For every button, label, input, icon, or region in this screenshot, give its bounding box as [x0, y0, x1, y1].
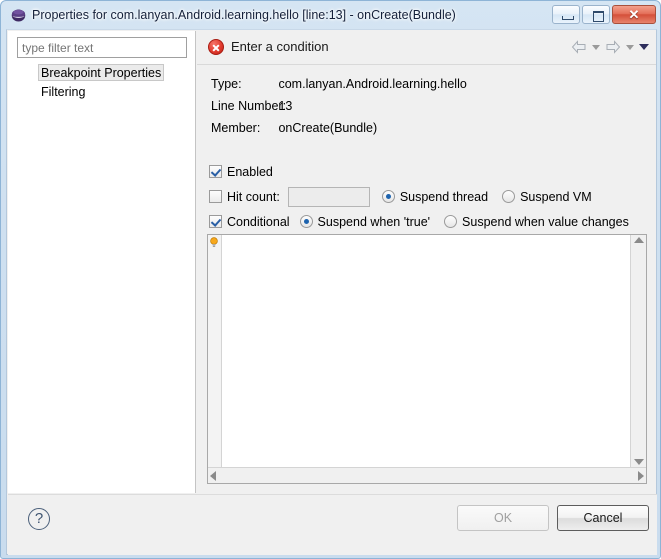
suspend-thread-label: Suspend thread	[399, 189, 489, 204]
editor-horizontal-scrollbar[interactable]	[208, 467, 646, 483]
conditional-label: Conditional	[227, 214, 290, 229]
hit-count-label: Hit count:	[227, 189, 280, 204]
scroll-up-icon[interactable]	[633, 237, 644, 243]
minimize-button[interactable]	[552, 5, 580, 24]
info-value: onCreate(Bundle)	[278, 121, 378, 135]
condition-editor	[207, 234, 647, 484]
info-row-type: Type: com.lanyan.Android.learning.hello	[197, 73, 656, 95]
back-arrow-icon[interactable]	[571, 40, 587, 54]
hit-count-checkbox[interactable]	[209, 190, 222, 203]
enabled-checkbox[interactable]	[209, 165, 222, 178]
forward-dropdown-icon[interactable]	[626, 44, 634, 50]
dialog-window: Properties for com.lanyan.Android.learni…	[0, 0, 661, 559]
enabled-row: Enabled	[197, 159, 656, 184]
settings-tree-panel: Breakpoint Properties Filtering	[8, 31, 196, 493]
dialog-button-bar: ? OK Cancel	[8, 494, 657, 555]
forward-arrow-icon[interactable]	[605, 40, 621, 54]
maximize-button[interactable]	[582, 5, 610, 24]
lightbulb-icon	[210, 237, 218, 247]
info-row-line-number: Line Number: 13	[197, 95, 656, 117]
suspend-vm-label: Suspend VM	[520, 189, 592, 204]
info-label: Line Number:	[211, 99, 287, 113]
scroll-down-icon[interactable]	[633, 459, 644, 465]
breakpoint-info: Type: com.lanyan.Android.learning.hello …	[197, 73, 656, 139]
ok-button[interactable]: OK	[457, 505, 549, 531]
breakpoint-properties-page: Enter a condition Type: com.lanyan.Andro…	[197, 31, 656, 493]
hit-count-row: Hit count: Suspend thread Suspend VM	[197, 184, 656, 209]
info-label: Member:	[211, 121, 261, 135]
conditional-checkbox[interactable]	[209, 215, 222, 228]
hit-count-input[interactable]	[287, 186, 370, 207]
enabled-label: Enabled	[227, 164, 273, 179]
scroll-left-icon[interactable]	[210, 470, 216, 481]
editor-vertical-scrollbar[interactable]	[630, 235, 646, 467]
page-navigation	[571, 40, 649, 54]
tree-item-filtering[interactable]: Filtering	[8, 83, 196, 102]
info-value: 13	[278, 99, 293, 113]
condition-input[interactable]	[222, 235, 630, 467]
dialog-body: Breakpoint Properties Filtering Enter a …	[6, 29, 657, 555]
title-bar[interactable]: Properties for com.lanyan.Android.learni…	[1, 1, 661, 29]
tree-item-label: Filtering	[41, 85, 86, 99]
info-row-member: Member: onCreate(Bundle)	[197, 117, 656, 139]
maximize-icon	[593, 11, 604, 22]
page-header: Enter a condition	[197, 31, 656, 65]
close-icon: ✕	[628, 7, 640, 22]
suspend-vm-radio[interactable]	[502, 190, 516, 203]
error-icon	[208, 39, 224, 55]
scroll-right-icon[interactable]	[638, 470, 644, 481]
cancel-button[interactable]: Cancel	[557, 505, 649, 531]
page-title: Enter a condition	[231, 39, 329, 54]
minimize-icon	[562, 16, 574, 20]
tree-item-label: Breakpoint Properties	[38, 64, 165, 81]
info-label: Type:	[211, 77, 242, 91]
eclipse-icon	[11, 9, 26, 22]
suspend-when-true-label: Suspend when 'true'	[317, 214, 431, 229]
suspend-thread-radio[interactable]	[381, 190, 395, 203]
editor-body	[208, 235, 646, 467]
help-button[interactable]: ?	[28, 508, 50, 530]
info-value: com.lanyan.Android.learning.hello	[278, 77, 467, 91]
suspend-when-true-radio[interactable]	[299, 215, 313, 228]
suspend-when-value-changes-radio[interactable]	[444, 215, 458, 228]
suspend-when-value-changes-label: Suspend when value changes	[462, 214, 629, 229]
window-controls: ✕	[552, 5, 656, 24]
filter-input[interactable]	[17, 37, 187, 58]
window-title: Properties for com.lanyan.Android.learni…	[32, 8, 456, 22]
editor-ruler	[208, 235, 222, 467]
view-menu-icon[interactable]	[639, 44, 649, 50]
settings-tree: Breakpoint Properties Filtering	[8, 64, 196, 102]
tree-item-breakpoint-properties[interactable]: Breakpoint Properties	[8, 64, 196, 83]
back-dropdown-icon[interactable]	[592, 44, 600, 50]
conditional-row: Conditional Suspend when 'true' Suspend …	[197, 209, 656, 234]
close-button[interactable]: ✕	[612, 5, 656, 24]
breakpoint-options: Enabled Hit count: Suspend thread Suspen…	[197, 159, 656, 234]
